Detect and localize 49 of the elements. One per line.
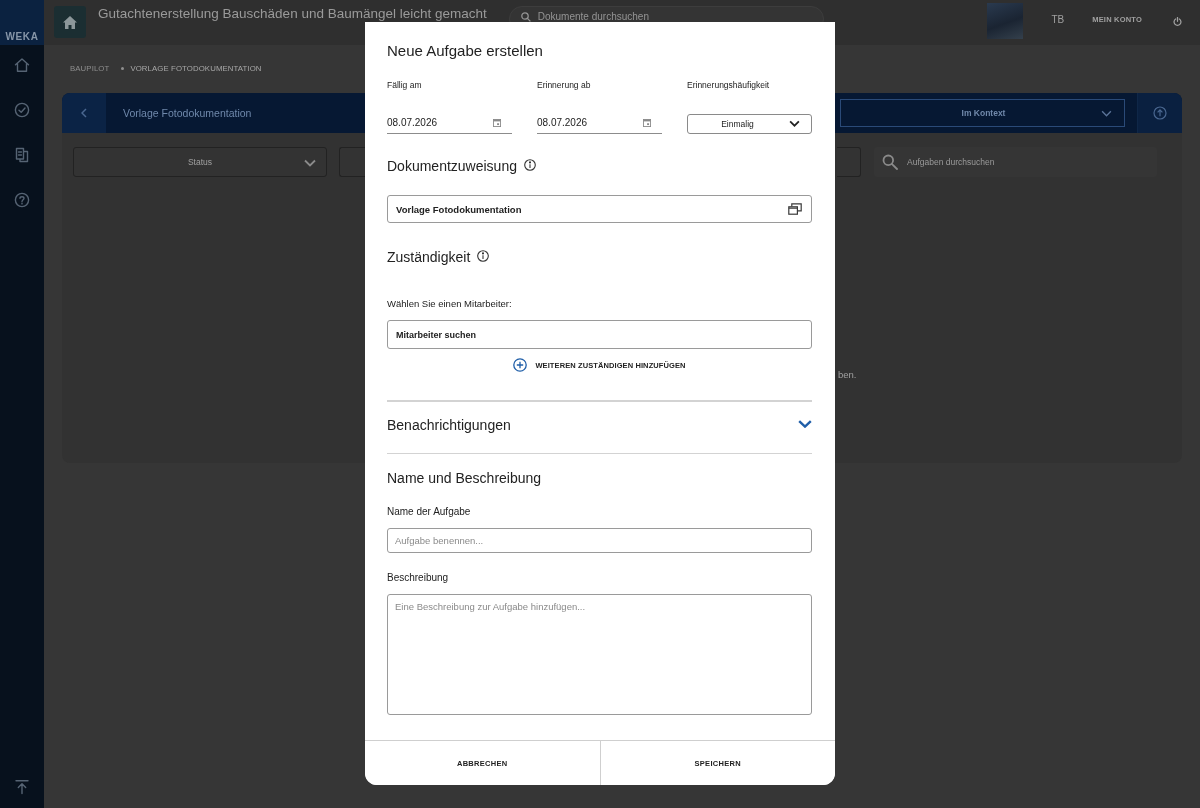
field-label: Erinnerungshäufigkeit [687, 79, 771, 91]
section-heading: Name und Beschreibung [387, 469, 542, 487]
date-field[interactable]: 08.07.2026 [537, 111, 662, 134]
chevron-down-icon [304, 159, 316, 167]
description-field[interactable]: Eine Beschreibung zur Aufgabe hinzufügen... [387, 594, 812, 715]
document-title: Vorlage Fotodokumentation [123, 107, 252, 119]
app-title: Gutachtenerstellung Bauschäden und Baumängel leicht gemacht [98, 7, 487, 21]
status-select[interactable]: Status [73, 147, 327, 177]
date-field[interactable]: 08.07.2026 [387, 111, 512, 134]
section-heading: Zuständigkeit [387, 248, 471, 266]
empty-message: ben. [838, 369, 857, 380]
dialog-title: Neue Aufgabe erstellen [387, 41, 543, 61]
calendar-icon[interactable] [643, 119, 651, 127]
check-circle-icon[interactable] [14, 102, 30, 118]
photo-placeholder [987, 3, 1024, 39]
calendar-icon[interactable] [493, 119, 501, 127]
chevron-down-icon [1101, 110, 1112, 117]
field-label: Erinnerung ab [537, 79, 592, 91]
brand-logo[interactable]: WEKA [0, 0, 44, 45]
stacked-windows-icon[interactable] [788, 203, 802, 215]
document-field[interactable]: Vorlage Fotodokumentation [387, 195, 812, 223]
field-label: Name der Aufgabe [387, 506, 471, 518]
search-icon [882, 154, 898, 170]
bullet-icon [121, 66, 125, 70]
chevron-left-icon [81, 108, 87, 118]
power-icon[interactable] [1173, 17, 1182, 26]
section-heading: Dokumentzuweisung [387, 157, 517, 175]
field-label: Wählen Sie einen Mitarbeiter: [387, 298, 512, 310]
field-label: Beschreibung [387, 572, 449, 584]
user-initials[interactable]: TB [1051, 14, 1065, 26]
arrow-circle-icon [1153, 106, 1167, 120]
employee-search-field[interactable]: Mitarbeiter suchen [387, 320, 812, 349]
action-button[interactable] [1137, 93, 1182, 133]
home-icon[interactable] [14, 57, 30, 73]
info-icon[interactable] [477, 249, 490, 262]
notifications-accordion[interactable]: Benachrichtigungen [387, 415, 812, 434]
house-icon [63, 15, 77, 29]
home-button[interactable] [54, 6, 86, 38]
info-icon[interactable] [523, 158, 536, 171]
field-label: Fällig am [387, 79, 423, 91]
view-select[interactable]: Im Kontext [840, 99, 1125, 127]
search-icon [520, 12, 531, 22]
plus-circle-icon [513, 358, 528, 372]
help-icon[interactable] [14, 192, 30, 208]
frequency-select[interactable]: Einmalig [687, 114, 812, 134]
documents-icon[interactable] [14, 147, 30, 163]
chevron-down-icon [789, 120, 800, 127]
task-name-field[interactable]: Aufgabe benennen... [387, 528, 812, 553]
upload-icon[interactable] [14, 779, 30, 795]
